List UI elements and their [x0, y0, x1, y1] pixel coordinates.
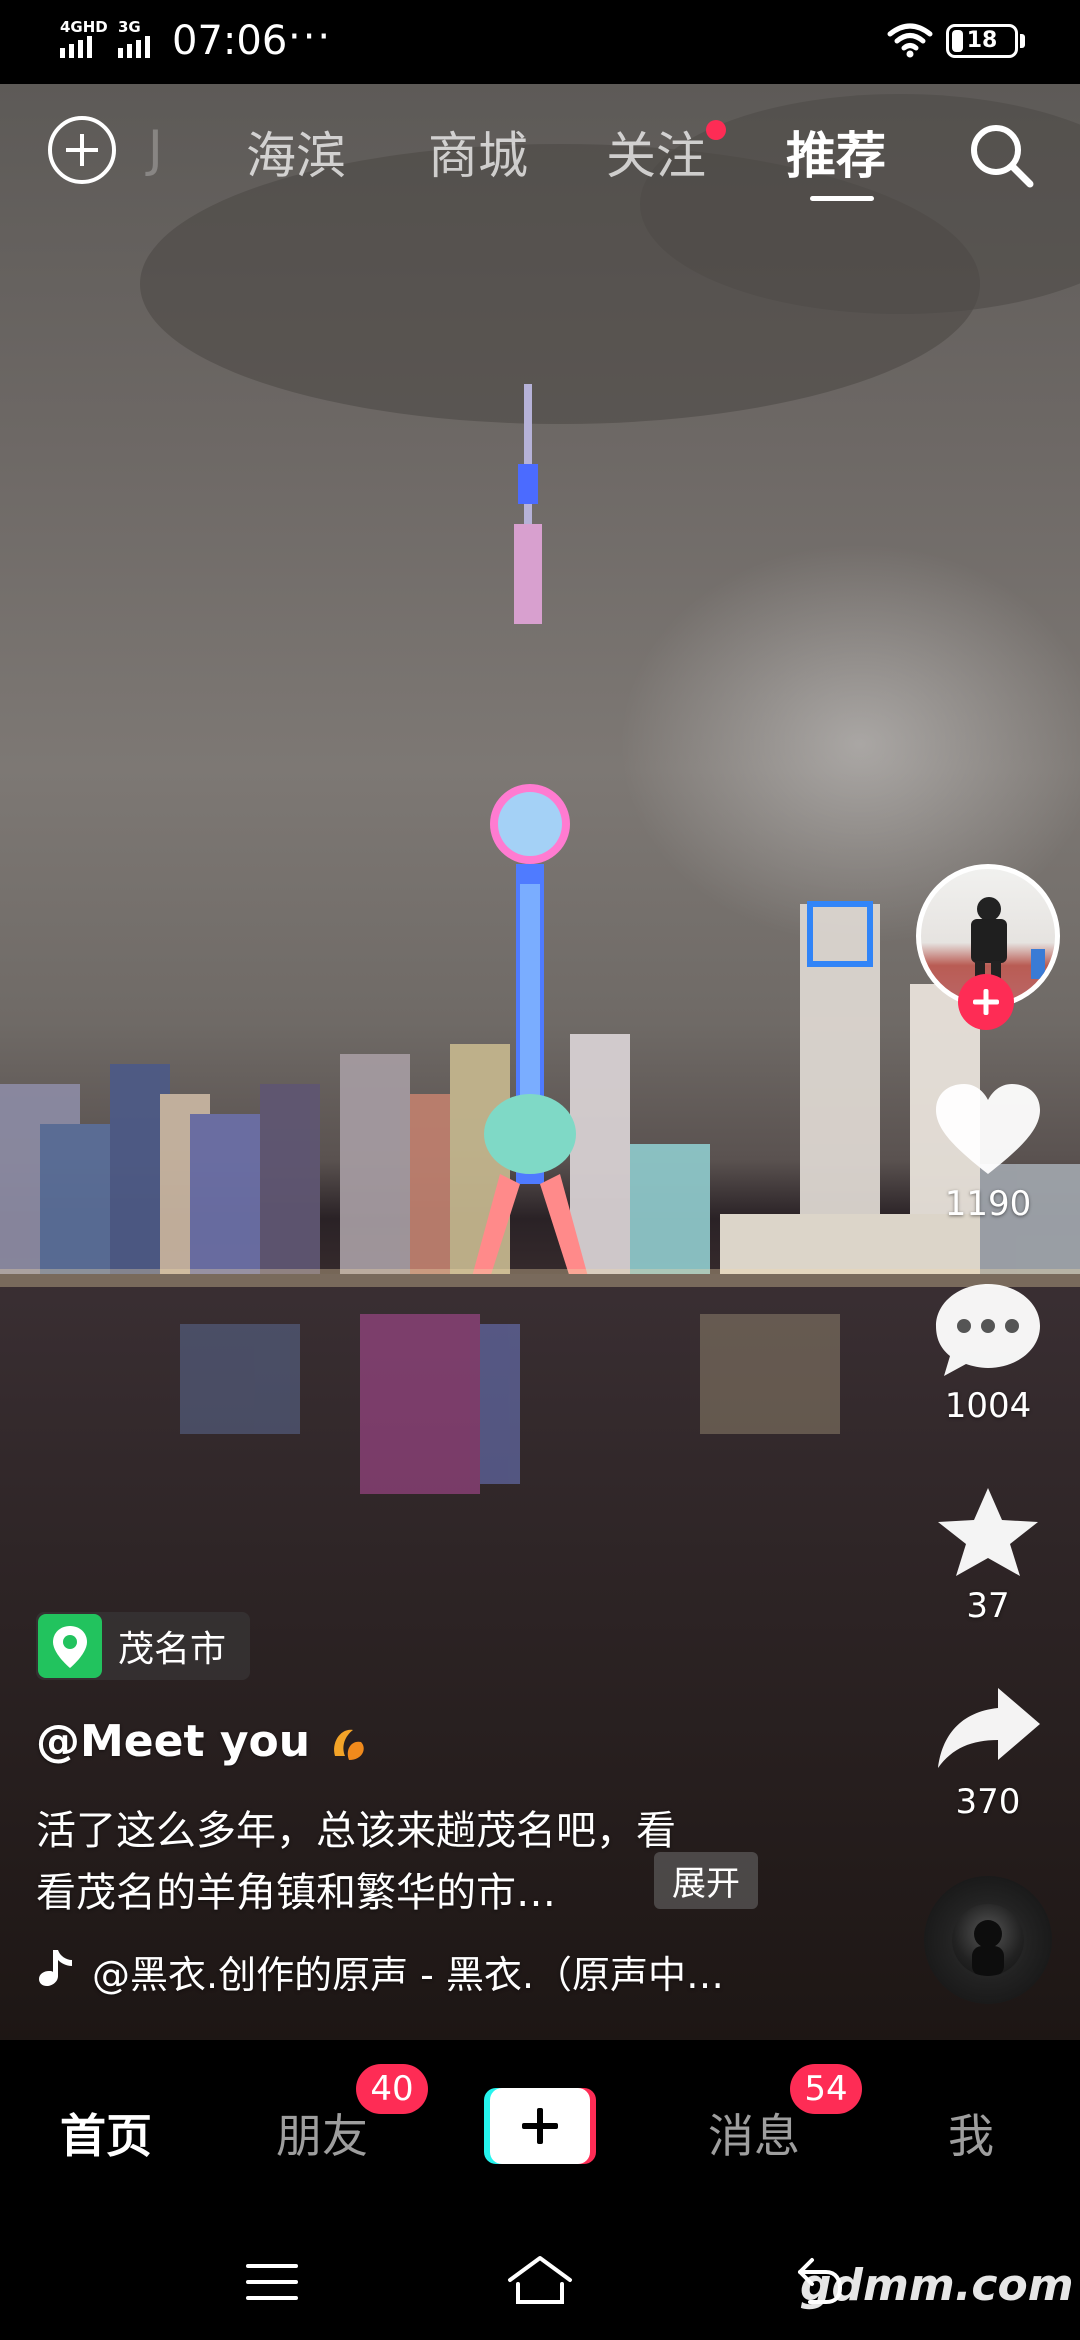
create-post-button[interactable] [484, 2088, 596, 2164]
tab-mall[interactable]: 商城 [428, 116, 528, 188]
tab-recommended[interactable]: 推荐 [786, 116, 886, 188]
battery-icon: 18 [946, 24, 1018, 58]
screen: 4GHD 3G 07:06 ··· 18 J 海滨 商城 关注 推荐 1190 … [0, 0, 1080, 2340]
wifi-icon [887, 23, 933, 58]
music-cover [952, 1904, 1024, 1976]
author-handle: @Meet you [36, 1716, 311, 1767]
signal-icon-secondary [118, 36, 150, 58]
signal-icon [60, 36, 92, 58]
comment-count: 1004 [944, 1386, 1032, 1426]
watermark: gdmm.com [800, 2260, 1074, 2311]
author-name[interactable]: @Meet you [36, 1716, 371, 1767]
nav-home[interactable]: 首页 [60, 2100, 152, 2166]
messages-badge: 54 [790, 2064, 862, 2114]
battery-percent: 18 [966, 28, 998, 53]
pin-glyph [53, 1626, 87, 1668]
add-plus-icon[interactable] [48, 116, 116, 184]
expand-button[interactable]: 展开 [654, 1852, 758, 1909]
comment-icon[interactable] [932, 1280, 1044, 1380]
home-icon[interactable] [504, 2252, 576, 2308]
tower [470, 384, 590, 1284]
nav-friends[interactable]: 朋友 [276, 2100, 368, 2166]
location-label: 茂名市 [118, 1629, 227, 1670]
share-arrow-icon[interactable] [932, 1684, 1044, 1774]
like-count: 1190 [944, 1184, 1032, 1224]
active-tab-indicator [810, 196, 874, 201]
network-type-3g: 3G [118, 18, 141, 36]
music-title[interactable]: @黑衣.创作的原声 - 黑衣.（原声中… [92, 1944, 724, 1999]
like-heart-icon[interactable] [932, 1082, 1044, 1178]
share-count: 370 [955, 1782, 1021, 1822]
bottom-nav: 首页 朋友 40 消息 54 我 [0, 2040, 1080, 2220]
battery-nub [1020, 34, 1025, 48]
status-bar: 4GHD 3G 07:06 ··· 18 [0, 0, 1080, 84]
favorite-count: 37 [966, 1586, 1010, 1626]
system-nav-bar: gdmm.com [0, 2220, 1080, 2340]
favorite-star-icon[interactable] [932, 1486, 1044, 1578]
plus-icon [490, 2088, 590, 2164]
music-note-icon [39, 1950, 72, 1986]
network-type-4g: 4GHD [60, 18, 108, 36]
following-new-dot [706, 120, 726, 140]
description-line-1: 活了这么多年，总该来趟茂名吧，看 [36, 1808, 676, 1854]
tab-following[interactable]: 关注 [606, 116, 706, 188]
nav-me[interactable]: 我 [948, 2100, 994, 2166]
tab-haibin[interactable]: 海滨 [246, 116, 346, 188]
music-disc-icon[interactable] [924, 1876, 1052, 2004]
tab-ghost: J [148, 120, 163, 178]
clock: 07:06 [172, 18, 288, 64]
search-icon[interactable] [966, 120, 1036, 190]
mango-emoji-icon [334, 1729, 365, 1760]
nav-messages[interactable]: 消息 [708, 2100, 800, 2166]
more-notifications-icon: ··· [288, 14, 333, 60]
location-chip[interactable]: 茂名市 [36, 1612, 251, 1680]
follow-plus-button[interactable] [958, 974, 1014, 1030]
location-pin-icon [38, 1614, 102, 1678]
friends-badge: 40 [356, 2064, 428, 2114]
description-line-2: 看茂名的羊角镇和繁华的市… [36, 1870, 556, 1916]
menu-icon[interactable] [244, 2260, 300, 2304]
music-cover-image [972, 1920, 1004, 1976]
